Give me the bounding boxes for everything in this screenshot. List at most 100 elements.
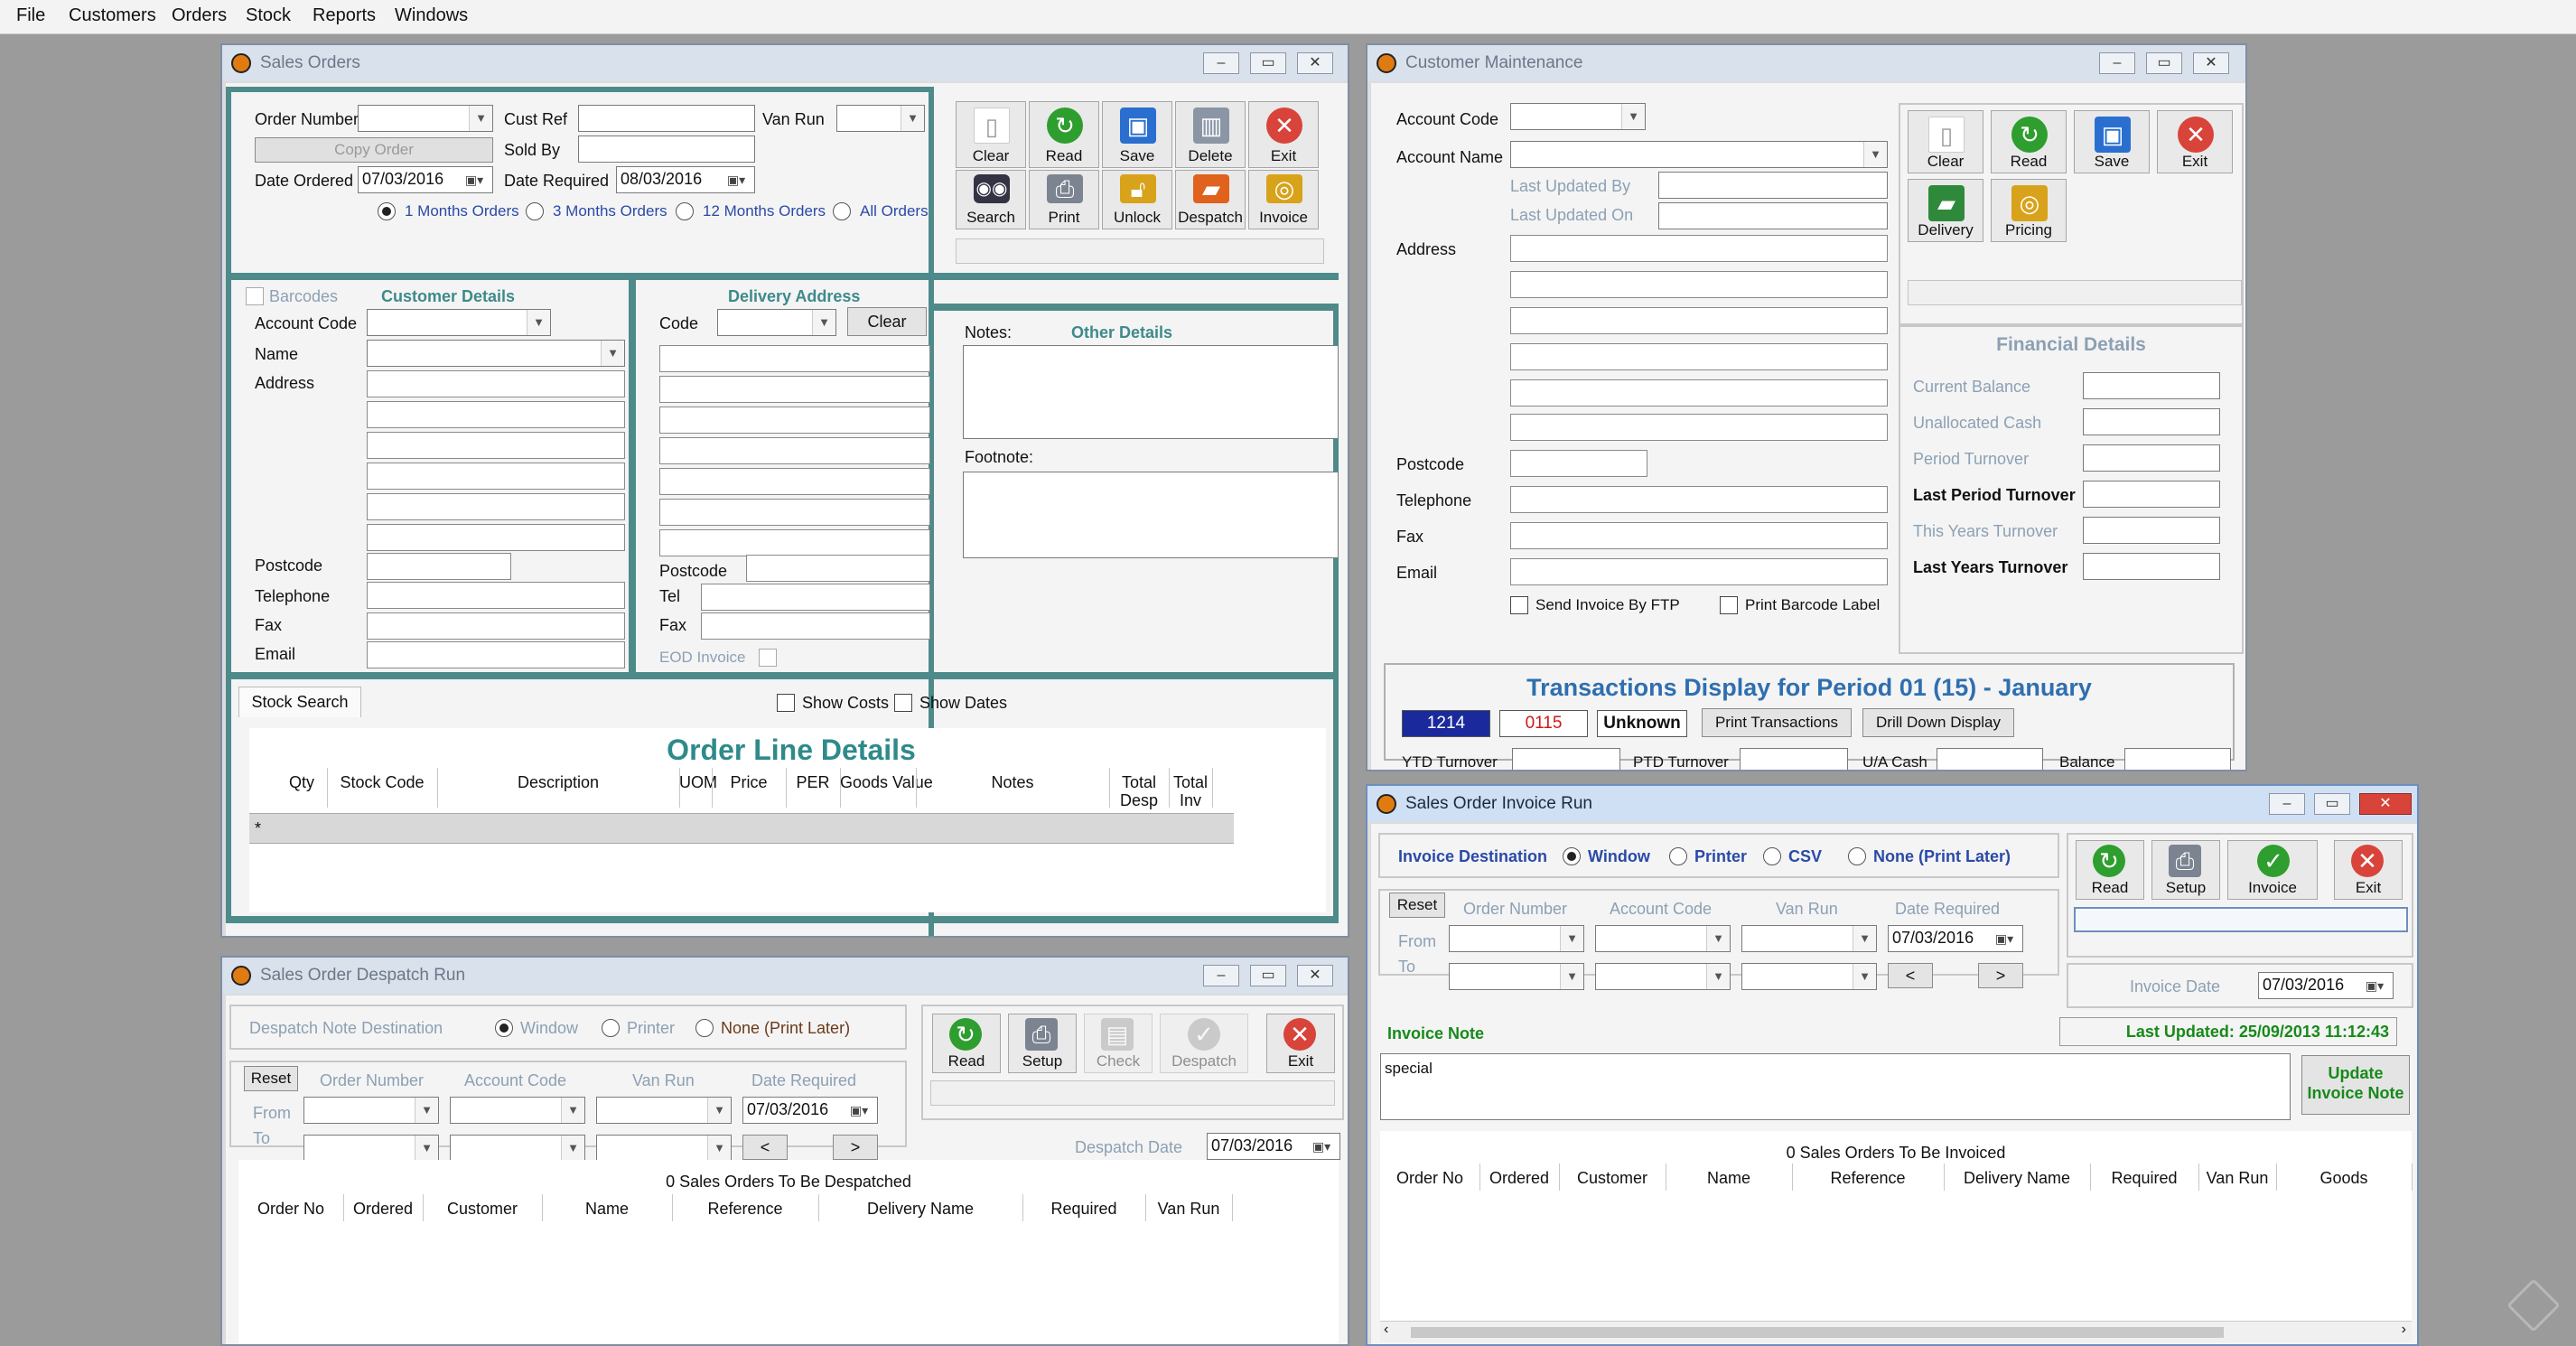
horizontal-scrollbar[interactable]: ‹ ›	[1380, 1321, 2412, 1342]
invoice-date-picker[interactable]: 07/03/2016 ▣▾	[2258, 972, 2394, 999]
address-line-1[interactable]	[1510, 235, 1888, 262]
despatch-orders-grid[interactable]: 0 Sales Orders To Be Despatched Order No…	[238, 1160, 1339, 1344]
delivery-line-3[interactable]	[659, 407, 930, 434]
column-header[interactable]: Reference	[1792, 1169, 1944, 1188]
read-button[interactable]: ↻ Read	[1991, 110, 2067, 173]
prev-button[interactable]: <	[1888, 963, 1933, 988]
order-to-combo[interactable]: ▼	[1449, 963, 1584, 990]
clear-delivery-button[interactable]: Clear	[847, 307, 927, 336]
show-dates-checkbox[interactable]	[894, 694, 912, 712]
read-button[interactable]: ↻ Read	[2076, 840, 2144, 900]
order-number-combo[interactable]: ▼	[358, 105, 493, 132]
scrollbar-thumb[interactable]	[1411, 1327, 2224, 1338]
postcode-input[interactable]	[1510, 450, 1647, 477]
calendar-icon[interactable]: ▣▾	[718, 167, 754, 192]
column-header[interactable]: Qty	[276, 773, 327, 792]
maximize-button[interactable]: ▭	[1250, 52, 1286, 74]
read-button[interactable]: ↻ Read	[932, 1014, 1001, 1073]
calendar-icon[interactable]: ▣▾	[2357, 973, 2393, 998]
radio-none[interactable]	[695, 1019, 714, 1037]
delivery-line-2[interactable]	[659, 376, 930, 403]
send-invoice-ftp-checkbox[interactable]	[1510, 596, 1528, 614]
calendar-icon[interactable]: ▣▾	[841, 1098, 877, 1123]
account-code-combo[interactable]: ▼	[367, 309, 551, 336]
postcode-input[interactable]	[367, 553, 511, 580]
minimize-button[interactable]: –	[2269, 793, 2305, 815]
address-line-3[interactable]	[367, 432, 625, 459]
radio-printer[interactable]	[1669, 847, 1687, 865]
tel-input[interactable]	[701, 584, 930, 611]
radio-printer[interactable]	[602, 1019, 620, 1037]
maximize-button[interactable]: ▭	[2146, 52, 2182, 74]
column-header[interactable]: Price	[712, 773, 786, 792]
column-header[interactable]: Delivery Name	[1944, 1169, 2090, 1188]
barcodes-checkbox[interactable]	[246, 287, 264, 305]
unlock-button[interactable]: 🔓︎ Unlock	[1102, 170, 1172, 229]
column-header[interactable]: Ordered	[343, 1200, 423, 1219]
delivery-button[interactable]: ▰ Delivery	[1908, 179, 1983, 242]
maximize-button[interactable]: ▭	[2314, 793, 2350, 815]
vanrun-to-combo[interactable]: ▼	[596, 1135, 732, 1162]
address-line-2[interactable]	[1510, 271, 1888, 298]
column-header[interactable]: Stock Code	[327, 773, 437, 792]
delivery-line-7[interactable]	[659, 529, 930, 556]
account-to-combo[interactable]: ▼	[1595, 963, 1731, 990]
column-header[interactable]: Notes	[916, 773, 1109, 792]
name-combo[interactable]: ▼	[367, 340, 625, 367]
radio-none[interactable]	[1848, 847, 1866, 865]
delivery-line-5[interactable]	[659, 468, 930, 495]
invoice-note-textarea[interactable]: special	[1380, 1053, 2291, 1120]
scroll-left-icon[interactable]: ‹	[1384, 1322, 1388, 1338]
menu-reports[interactable]: Reports	[313, 5, 376, 26]
radio-all-orders[interactable]	[833, 202, 851, 220]
exit-button[interactable]: ✕ Exit	[2334, 840, 2403, 900]
delivery-line-4[interactable]	[659, 437, 930, 464]
radio-window[interactable]	[495, 1019, 513, 1037]
cust-ref-input[interactable]	[578, 105, 755, 132]
account-name-combo[interactable]: ▼	[1510, 141, 1888, 168]
despatch-button[interactable]: ✓ Despatch	[1160, 1014, 1248, 1073]
next-button[interactable]: >	[1978, 963, 2023, 988]
maximize-button[interactable]: ▭	[1250, 965, 1286, 986]
despatch-button[interactable]: ▰ Despatch	[1175, 170, 1246, 229]
close-button[interactable]: ✕	[1297, 965, 1333, 986]
account-code-combo[interactable]: ▼	[1510, 103, 1646, 130]
close-button[interactable]: ✕	[2359, 793, 2412, 815]
vanrun-to-combo[interactable]: ▼	[1741, 963, 1877, 990]
new-row[interactable]: *	[249, 813, 1234, 844]
clear-button[interactable]: ▯ Clear	[956, 101, 1026, 168]
calendar-icon[interactable]: ▣▾	[1303, 1134, 1339, 1159]
column-header[interactable]: Order No	[238, 1200, 343, 1219]
calendar-icon[interactable]: ▣▾	[456, 167, 492, 192]
clear-button[interactable]: ▯ Clear	[1908, 110, 1983, 173]
column-header[interactable]: Van Run	[2198, 1169, 2276, 1188]
column-header[interactable]: Customer	[1559, 1169, 1666, 1188]
column-header[interactable]: Name	[542, 1200, 672, 1219]
radio-window[interactable]	[1563, 847, 1581, 865]
date-from-picker[interactable]: 07/03/2016 ▣▾	[742, 1097, 878, 1124]
column-header[interactable]: Reference	[672, 1200, 818, 1219]
setup-button[interactable]: ⎙ Setup	[1008, 1014, 1077, 1073]
address-line-6[interactable]	[367, 524, 625, 551]
column-header[interactable]: Customer	[423, 1200, 542, 1219]
date-ordered-picker[interactable]: 07/03/2016 ▣▾	[358, 166, 493, 193]
radio-3-months[interactable]	[526, 202, 544, 220]
column-header[interactable]: Ordered	[1479, 1169, 1559, 1188]
minimize-button[interactable]: –	[1203, 965, 1239, 986]
invoice-orders-grid[interactable]: 0 Sales Orders To Be Invoiced Order No Or…	[1380, 1131, 2413, 1342]
eod-invoice-checkbox[interactable]	[759, 649, 777, 667]
check-button[interactable]: ▤ Check	[1084, 1014, 1153, 1073]
menu-file[interactable]: File	[16, 5, 45, 26]
account-to-combo[interactable]: ▼	[450, 1135, 585, 1162]
print-barcode-label-checkbox[interactable]	[1720, 596, 1738, 614]
save-button[interactable]: ▣ Save	[2074, 110, 2150, 173]
fax-input[interactable]	[1510, 522, 1888, 549]
footnote-textarea[interactable]	[963, 472, 1339, 558]
account-from-combo[interactable]: ▼	[1595, 925, 1731, 952]
menu-stock[interactable]: Stock	[246, 5, 291, 26]
column-header[interactable]: UOM	[679, 773, 717, 792]
calendar-icon[interactable]: ▣▾	[1986, 926, 2022, 951]
column-header[interactable]: PER	[786, 773, 840, 792]
vanrun-from-combo[interactable]: ▼	[596, 1097, 732, 1124]
minimize-button[interactable]: –	[2099, 52, 2135, 74]
